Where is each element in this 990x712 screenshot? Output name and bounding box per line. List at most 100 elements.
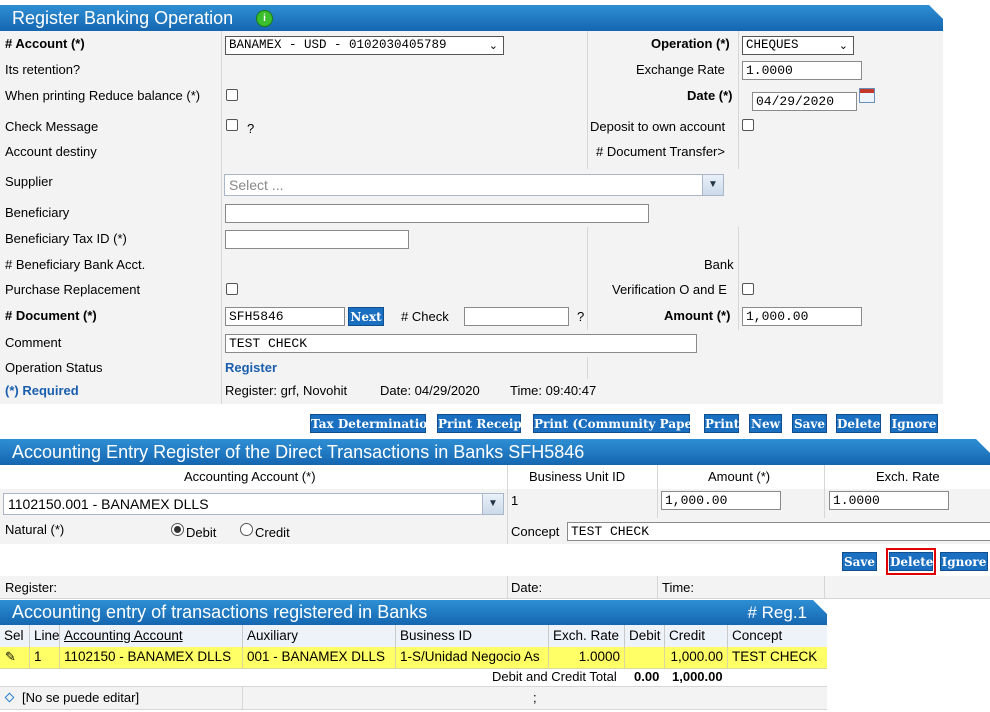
chevron-down-icon: ▼ [482,494,503,514]
amount-input[interactable]: 1,000.00 [742,307,862,326]
list-column-headers: Sel Line Accounting Account Auxiliary Bu… [0,625,827,648]
accounting-account-combobox[interactable]: 1102150.001 - BANAMEX DLLS ▼ [3,493,504,515]
account-select[interactable]: BANAMEX - USD - 0102030405789 ⌄ [225,36,504,55]
row-exch-rate: 1.0000 [549,647,625,668]
verification-checkbox[interactable] [742,283,754,295]
totals-row: Debit and Credit Total 0.00 1,000.00 [0,669,827,685]
check-input[interactable] [464,307,569,326]
register-title: Register Banking Operation [12,8,234,28]
print-button[interactable]: Print [704,414,739,433]
calendar-icon[interactable] [859,88,875,103]
row-supplier: Supplier Select ... ▼ [0,169,943,202]
account-label: # Account (*) [5,36,85,51]
entry-register-label: Register: [5,580,58,595]
row-retention: Its retention? Exchange Rate 1.0000 [0,57,943,84]
retention-label: Its retention? [5,62,81,77]
beneficiary-input[interactable] [225,204,649,223]
row-credit: 1,000.00 [665,647,728,668]
deposit-own-checkbox[interactable] [742,119,754,131]
new-button[interactable]: New [749,414,782,433]
col-credit: Credit [665,625,728,647]
operation-select[interactable]: CHEQUES ⌄ [742,36,854,55]
tax-determination-button[interactable]: Tax Determination [310,414,436,433]
date-info: Date: 04/29/2020 [380,383,480,398]
comment-label: Comment [5,335,62,350]
print-receipt-button[interactable]: Print Receipt [437,414,527,433]
business-unit-value: 1 [511,493,519,508]
required-note: (*) Required [5,383,79,398]
beneficiary-label: Beneficiary [5,205,70,220]
entry-title: Accounting Entry Register of the Direct … [12,442,585,462]
verification-label: Verification O and E [612,282,727,297]
comment-input[interactable]: TEST CHECK [225,334,697,353]
help-icon[interactable]: ? [247,121,254,136]
reg-count: # Reg.1 [747,603,807,622]
exch-rate-header: Exch. Rate [876,469,940,484]
chevron-down-icon: ⌄ [488,39,498,52]
row-auxiliary: 001 - BANAMEX DLLS [243,647,396,668]
entry-exch-rate-input[interactable]: 1.0000 [829,491,949,510]
credit-radio[interactable] [240,523,253,536]
time-info: Time: 09:40:47 [510,383,597,398]
row-business: 1-S/Unidad Negocio As [396,647,549,668]
document-input[interactable]: SFH5846 [225,307,345,326]
col-concept: Concept [732,628,783,643]
entry-time-label: Time: [662,580,695,595]
bank-label: Bank [704,257,734,272]
beneficiary-tax-input[interactable] [225,230,409,249]
entry-amount-input[interactable]: 1,000.00 [661,491,781,510]
date-input[interactable]: 04/29/2020 [752,92,857,111]
debit-label: Debit [186,525,217,540]
check-message-label: Check Message [5,119,99,134]
total-debit: 0.00 [634,669,660,684]
entry-natural-row: Natural (*) Debit Credit Concept TEST CH… [0,518,990,545]
col-exch-rate: Exch. Rate [549,625,625,647]
col-sel: Sel [0,625,30,647]
check-help-icon[interactable]: ? [577,309,584,324]
list-footer: [No se puede editar] ; [0,686,827,710]
info-icon[interactable]: i [256,10,273,27]
row-comment: Comment TEST CHECK [0,330,943,358]
purchase-replacement-label: Purchase Replacement [5,282,141,297]
entry-column-headers: Accounting Account (*) Business Unit ID … [0,465,990,490]
row-status: Operation Status Register [0,357,943,380]
natural-label: Natural (*) [5,522,65,537]
col-line: Line [30,625,60,647]
exchange-rate-input[interactable]: 1.0000 [742,61,862,80]
credit-label: Credit [255,525,290,540]
save-button[interactable]: Save [792,414,827,433]
supplier-combobox[interactable]: Select ... ▼ [224,174,724,196]
entry-save-button[interactable]: Save [842,552,877,571]
deposit-own-label: Deposit to own account [590,119,726,134]
operation-status-label: Operation Status [5,360,103,375]
entry-date-label: Date: [511,580,543,595]
check-message-checkbox[interactable] [226,119,238,131]
register-info: Register: grf, Novohit [225,383,348,398]
entry-ignore-button[interactable]: Ignore [940,552,988,571]
table-row[interactable]: ✎ 1 1102150 - BANAMEX DLLS 001 - BANAMEX… [0,647,827,669]
entry-delete-button[interactable]: Delete [889,552,933,571]
check-label: # Check [401,309,449,324]
row-reduce: When printing Reduce balance (*) Date (*… [0,83,943,115]
concept-input[interactable]: TEST CHECK [567,522,990,541]
debit-radio[interactable] [171,523,184,536]
beneficiary-tax-label: Beneficiary Tax ID (*) [5,231,127,246]
amount-header: Amount (*) [708,469,771,484]
row-debit [625,647,665,668]
reduce-balance-label: When printing Reduce balance (*) [5,88,201,103]
purchase-replacement-checkbox[interactable] [226,283,238,295]
print-community-button[interactable]: Print (Community Paper) [533,414,704,433]
row-concept: TEST CHECK [732,649,818,664]
delete-button[interactable]: Delete [836,414,881,433]
row-account-destiny: Account destiny # Document Transfer> [0,140,943,170]
next-button[interactable]: Next [348,307,384,326]
ignore-button[interactable]: Ignore [890,414,938,433]
date-label: Date (*) [687,88,733,103]
edit-pencil-icon[interactable]: ✎ [5,648,16,668]
beneficiary-bank-label: # Beneficiary Bank Acct. [5,257,146,272]
reduce-balance-checkbox[interactable] [226,89,238,101]
row-document: # Document (*) SFH5846 Next # Check ? Am… [0,303,943,331]
col-debit: Debit [625,625,665,647]
col-accounting-account[interactable]: Accounting Account [60,625,243,647]
exchange-rate-label: Exchange Rate [636,62,725,77]
